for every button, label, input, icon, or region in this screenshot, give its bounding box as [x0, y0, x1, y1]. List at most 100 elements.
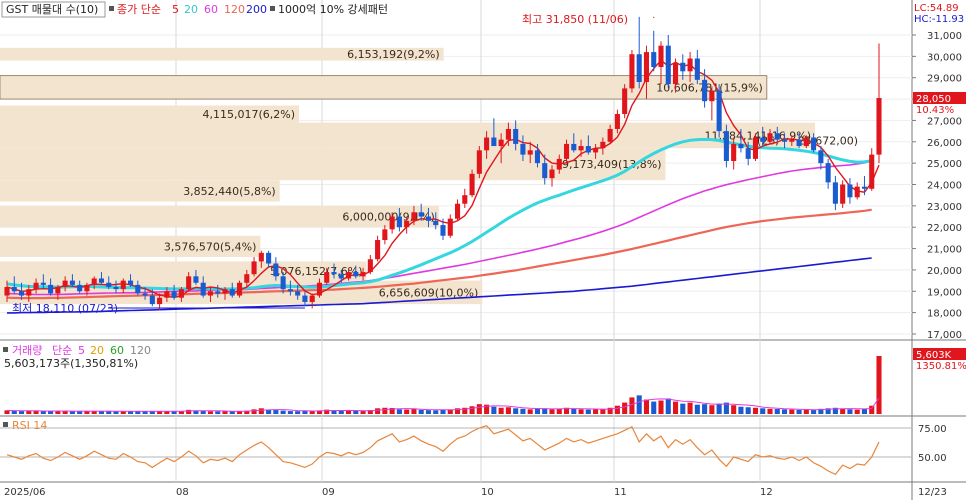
- volume-profile-label: 6,153,192(9,2%): [347, 48, 440, 61]
- candle-body: [33, 282, 39, 290]
- candle-body: [731, 143, 737, 162]
- date-label: 10: [481, 487, 494, 498]
- candle-body: [767, 133, 773, 142]
- volume-profile-label: 3,576,570(5,4%): [164, 240, 257, 253]
- candle-body: [607, 128, 613, 142]
- volume-bar: [578, 409, 584, 414]
- rsi-title[interactable]: RSI 14: [12, 419, 47, 432]
- volume-bar: [404, 409, 410, 414]
- candle-body: [484, 137, 490, 151]
- candle-body: [157, 297, 163, 305]
- volume-bar: [702, 404, 708, 414]
- candle-body: [563, 143, 570, 159]
- volume-bar: [251, 409, 257, 414]
- legend-title[interactable]: GST 매물대 수(10): [6, 3, 98, 16]
- date-label: 12/23: [918, 487, 947, 498]
- price-tick-label: 25,000: [927, 159, 962, 170]
- volume-bar: [258, 408, 264, 414]
- candle-body: [229, 289, 235, 296]
- candle-body: [62, 280, 68, 288]
- volume-title[interactable]: 거래량: [12, 344, 42, 357]
- candle-body: [200, 282, 206, 296]
- volume-bar: [513, 408, 519, 414]
- candle-body: [651, 52, 657, 68]
- volume-bar: [658, 400, 664, 414]
- volume-ma-60[interactable]: 60: [110, 344, 124, 357]
- chart-legend[interactable]: GST 매물대 수(10) 종가 단순 5 20 60 120 200 1000…: [1, 1, 388, 18]
- price-tick-label: 27,000: [927, 116, 962, 127]
- legend-marker: [270, 6, 275, 11]
- candle-body: [164, 291, 170, 298]
- ma-period-200[interactable]: 200: [246, 3, 267, 16]
- volume-bar: [98, 411, 105, 414]
- candle-body: [869, 154, 875, 189]
- ma-period-5[interactable]: 5: [172, 3, 179, 16]
- candle-body: [832, 182, 838, 204]
- volume-bar: [694, 404, 700, 414]
- volume-ma-120[interactable]: 120: [130, 344, 151, 357]
- candle-body: [520, 143, 526, 155]
- volume-bar: [709, 405, 715, 414]
- volume-bar: [789, 409, 795, 414]
- candle-body: [338, 274, 344, 279]
- candle-body: [77, 284, 83, 292]
- candle-body: [302, 295, 308, 302]
- volume-bar: [643, 399, 650, 414]
- candle-body: [266, 252, 272, 264]
- candle-body: [672, 62, 679, 85]
- candle-body: [614, 114, 620, 129]
- candle-body: [331, 272, 337, 275]
- candle-body: [69, 280, 75, 285]
- volume-bar: [847, 409, 853, 414]
- volume-bar: [396, 409, 402, 414]
- price-tick-label: 17,000: [927, 330, 962, 341]
- candle-body: [593, 148, 599, 153]
- candle-body: [818, 150, 824, 164]
- candle-body: [702, 79, 708, 102]
- candle-body: [287, 289, 293, 292]
- volume-bar: [215, 411, 221, 414]
- price-tick-label: 18,000: [927, 309, 962, 320]
- candle-body: [629, 54, 635, 89]
- volume-bar: [738, 406, 744, 414]
- candle-body: [382, 229, 388, 241]
- volume-bar: [811, 410, 817, 414]
- candle-body: [98, 278, 105, 283]
- volume-bar: [687, 402, 693, 414]
- candle-body: [738, 143, 744, 149]
- candle-body: [513, 128, 519, 144]
- candle-body: [549, 169, 555, 179]
- ma-period-60[interactable]: 60: [204, 3, 218, 16]
- candle-body: [404, 220, 410, 228]
- pattern-label[interactable]: 1000억 10% 강세패턴: [278, 3, 388, 16]
- volume-bar: [469, 406, 475, 414]
- volume-bar: [382, 407, 388, 414]
- volume-bar: [556, 408, 562, 414]
- volume-profile-label: 3,852,440(5,8%): [183, 185, 276, 198]
- volume-bar: [287, 411, 293, 414]
- volume-bar: [375, 408, 381, 414]
- candle-body: [840, 184, 846, 204]
- volume-bar: [418, 409, 424, 414]
- volume-bar: [622, 402, 628, 414]
- ma-period-20[interactable]: 20: [184, 3, 198, 16]
- candle-body: [258, 252, 264, 262]
- volume-profile-band: [0, 122, 815, 149]
- high-annotation: 최고 31,850 (11/06): [522, 13, 628, 26]
- rsi-legend-marker: [3, 422, 8, 427]
- volume-ma-5[interactable]: 5: [78, 344, 85, 357]
- candle-body: [324, 272, 330, 283]
- volume-bar: [767, 408, 773, 414]
- volume-bar: [629, 397, 635, 414]
- volume-ma-20[interactable]: 20: [90, 344, 104, 357]
- volume-bar: [861, 408, 868, 414]
- candle-body: [345, 272, 352, 279]
- volume-bar: [11, 410, 17, 414]
- candle-body: [876, 98, 882, 155]
- candle-body: [585, 146, 591, 153]
- candle-body: [796, 139, 802, 147]
- ma-period-120[interactable]: 120: [224, 3, 245, 16]
- candle-body: [534, 150, 541, 164]
- volume-bar: [273, 410, 279, 414]
- volume-bar: [55, 411, 61, 414]
